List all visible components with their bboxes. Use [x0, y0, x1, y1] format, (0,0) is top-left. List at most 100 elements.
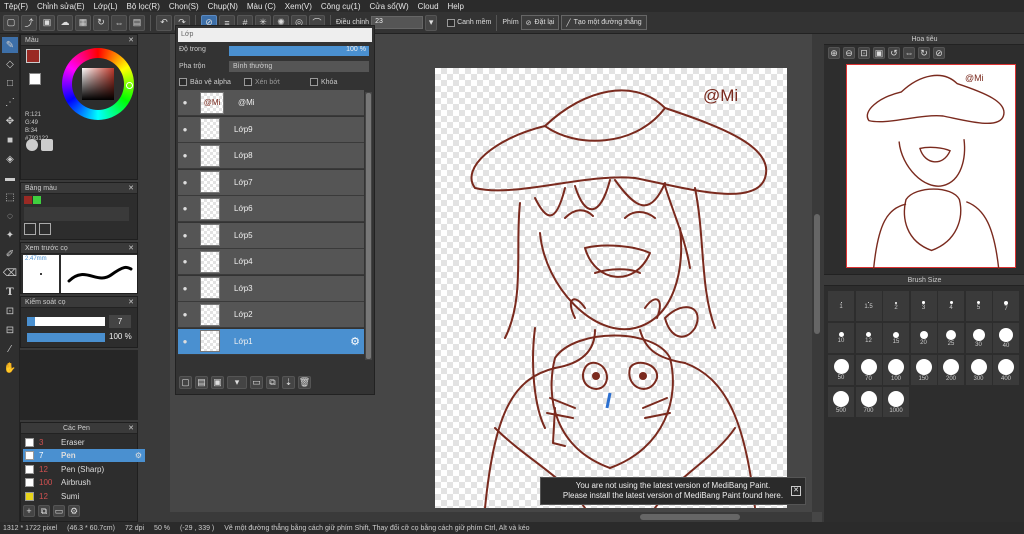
open-file-icon[interactable]: ⤴ [21, 14, 37, 31]
canvas-hscroll-thumb[interactable] [640, 514, 740, 520]
new-layer-icon[interactable]: ▢ [179, 376, 192, 389]
dieu-chinh-dropdown-icon[interactable]: ▾ [425, 14, 438, 31]
delete-layer-icon[interactable]: 🗑 [298, 376, 311, 389]
brush-size-cell[interactable]: 3 [910, 291, 937, 321]
brush-size-cell[interactable]: 20 [910, 323, 937, 353]
menu-item[interactable]: Màu (C) [247, 2, 276, 11]
brush-size-cell[interactable]: 700 [855, 387, 882, 417]
text-tool-icon[interactable]: T [2, 284, 18, 300]
palette-icon[interactable] [26, 139, 38, 151]
duplicate-layer-icon[interactable]: ⧉ [266, 376, 279, 389]
hand-tool-icon[interactable]: ✋ [2, 360, 18, 376]
select-eraser-tool-icon[interactable]: ⌫ [2, 265, 18, 281]
brush-size-cell[interactable]: 70 [855, 355, 882, 385]
reset-button[interactable]: ⊘ Đặt lại [520, 15, 560, 30]
brush-size-cell[interactable]: 12 [855, 323, 882, 353]
canvas-page[interactable]: @Mi [435, 68, 787, 508]
protect-alpha-checkbox[interactable] [179, 78, 187, 86]
flip-icon[interactable]: ⇔ [111, 14, 127, 31]
canvas-horizontal-scrollbar[interactable] [170, 512, 812, 522]
layer-row[interactable]: ● Lớp8 [178, 143, 364, 169]
undo-icon[interactable]: ↶ [156, 14, 172, 31]
palette-swatch[interactable] [33, 196, 41, 204]
eraser-tool-icon[interactable]: ◇ [2, 56, 18, 72]
add-pen-icon[interactable]: + [23, 505, 35, 517]
brush-size-cell[interactable]: 400 [993, 355, 1019, 385]
lock-option[interactable]: Khóa [310, 78, 337, 86]
merge-layer-icon[interactable]: ⇣ [282, 376, 295, 389]
layer-visibility-icon[interactable]: ● [178, 125, 192, 134]
zoom-out-icon[interactable]: ⊖ [843, 47, 855, 59]
add-palette-icon[interactable] [24, 223, 36, 235]
menu-item[interactable]: Chụp(N) [208, 2, 238, 11]
brush-size-cell[interactable]: 2 [883, 291, 909, 321]
layer-row[interactable]: ● Lớp7 [178, 169, 364, 196]
fill-rect-tool-icon[interactable]: ■ [2, 132, 18, 148]
new-8bit-layer-icon[interactable]: ▣ [211, 376, 224, 389]
move-tool-icon[interactable]: ✥ [2, 113, 18, 129]
canvas-vertical-scrollbar[interactable] [812, 34, 822, 512]
layer-row[interactable]: ● Lớp9 [178, 116, 364, 143]
save-icon[interactable]: ▣ [39, 14, 55, 31]
brush-size-slider[interactable] [27, 317, 105, 326]
brush-size-cell[interactable]: 1 [828, 291, 854, 321]
menu-item[interactable]: Công cụ(1) [321, 2, 361, 11]
delete-palette-icon[interactable] [39, 223, 51, 235]
select-pen-tool-icon[interactable]: ✐ [2, 246, 18, 262]
magic-wand-tool-icon[interactable]: ✦ [2, 227, 18, 243]
brush-size-cell[interactable]: 15 [883, 323, 909, 353]
select-tool-icon[interactable]: ⬚ [2, 189, 18, 205]
brush-size-cell[interactable]: 500 [828, 387, 854, 417]
canvas-scroll-thumb[interactable] [814, 214, 820, 334]
menu-item[interactable]: Cloud [418, 2, 439, 11]
layer-folder-icon[interactable]: ▭ [250, 376, 263, 389]
layer-row[interactable]: ● Lớp1 ⚙ [178, 328, 364, 355]
clipping-checkbox[interactable] [244, 78, 252, 86]
brush-size-cell[interactable]: 150 [910, 355, 937, 385]
pen-item[interactable]: 12 Pen (Sharp) [23, 463, 145, 476]
bucket-tool-icon[interactable]: ◈ [2, 151, 18, 167]
blend-select[interactable]: Bình thường [229, 61, 369, 72]
menu-item[interactable]: Lớp(L) [94, 2, 118, 11]
fit-icon[interactable]: ⊡ [858, 47, 870, 59]
canh-mem-checkbox[interactable] [447, 18, 456, 27]
brush-size-cell[interactable]: 4 [938, 291, 964, 321]
brush-size-cell[interactable]: 30 [965, 323, 992, 353]
dieu-chinh-field[interactable]: 23 [371, 16, 424, 29]
shape-tool-icon[interactable]: □ [2, 75, 18, 91]
pen-item[interactable]: 7 Pen ⚙ [23, 449, 145, 463]
transparent-color-swatch[interactable] [29, 73, 41, 85]
dot-tool-icon[interactable]: ⋰ [2, 94, 18, 110]
new-halftone-layer-icon[interactable]: ▤ [195, 376, 208, 389]
reset-view-icon[interactable]: ⊘ [933, 47, 945, 59]
pen-item[interactable]: 12 Sumi [23, 490, 145, 503]
divide-tool-icon[interactable]: ⊟ [2, 322, 18, 338]
lasso-tool-icon[interactable]: ◌ [2, 208, 18, 224]
gradient-tool-icon[interactable]: ▬ [2, 170, 18, 186]
copy-pen-icon[interactable]: ⧉ [38, 505, 50, 517]
layer-settings-icon[interactable]: ⚙ [350, 335, 360, 348]
pen-item[interactable]: 3 Eraser [23, 436, 145, 449]
layer-row[interactable]: ● Lớp3 [178, 275, 364, 302]
panel-close-icon[interactable]: ✕ [128, 36, 134, 44]
primary-color-swatch[interactable] [26, 49, 40, 63]
layer-row[interactable]: ● Lớp2 [178, 302, 364, 328]
grid-icon[interactable]: ▦ [75, 14, 91, 31]
layer-visibility-icon[interactable]: ● [178, 204, 192, 213]
frame-tool-icon[interactable]: ⊡ [2, 303, 18, 319]
layer-list-scrollbar[interactable] [365, 92, 372, 360]
layer-visibility-icon[interactable]: ● [178, 231, 192, 240]
brush-size-cell[interactable]: 200 [938, 355, 964, 385]
brush-size-cell[interactable]: 100 [883, 355, 909, 385]
menu-item[interactable]: Chọn(S) [169, 2, 199, 11]
layer-scroll-thumb[interactable] [366, 93, 371, 359]
rotate-right-icon[interactable]: ↻ [918, 47, 930, 59]
settings-icon[interactable]: ⚙ [68, 505, 80, 517]
panel-close-icon[interactable]: ✕ [128, 184, 134, 192]
layer-visibility-icon[interactable]: ● [178, 310, 192, 319]
panel-close-icon[interactable]: ✕ [128, 244, 134, 252]
layer-visibility-icon[interactable]: ● [178, 257, 192, 266]
layer-visibility-icon[interactable]: ● [178, 151, 192, 160]
zoom-in-icon[interactable]: ⊕ [828, 47, 840, 59]
menu-item[interactable]: Bộ lọc(R) [127, 2, 160, 11]
